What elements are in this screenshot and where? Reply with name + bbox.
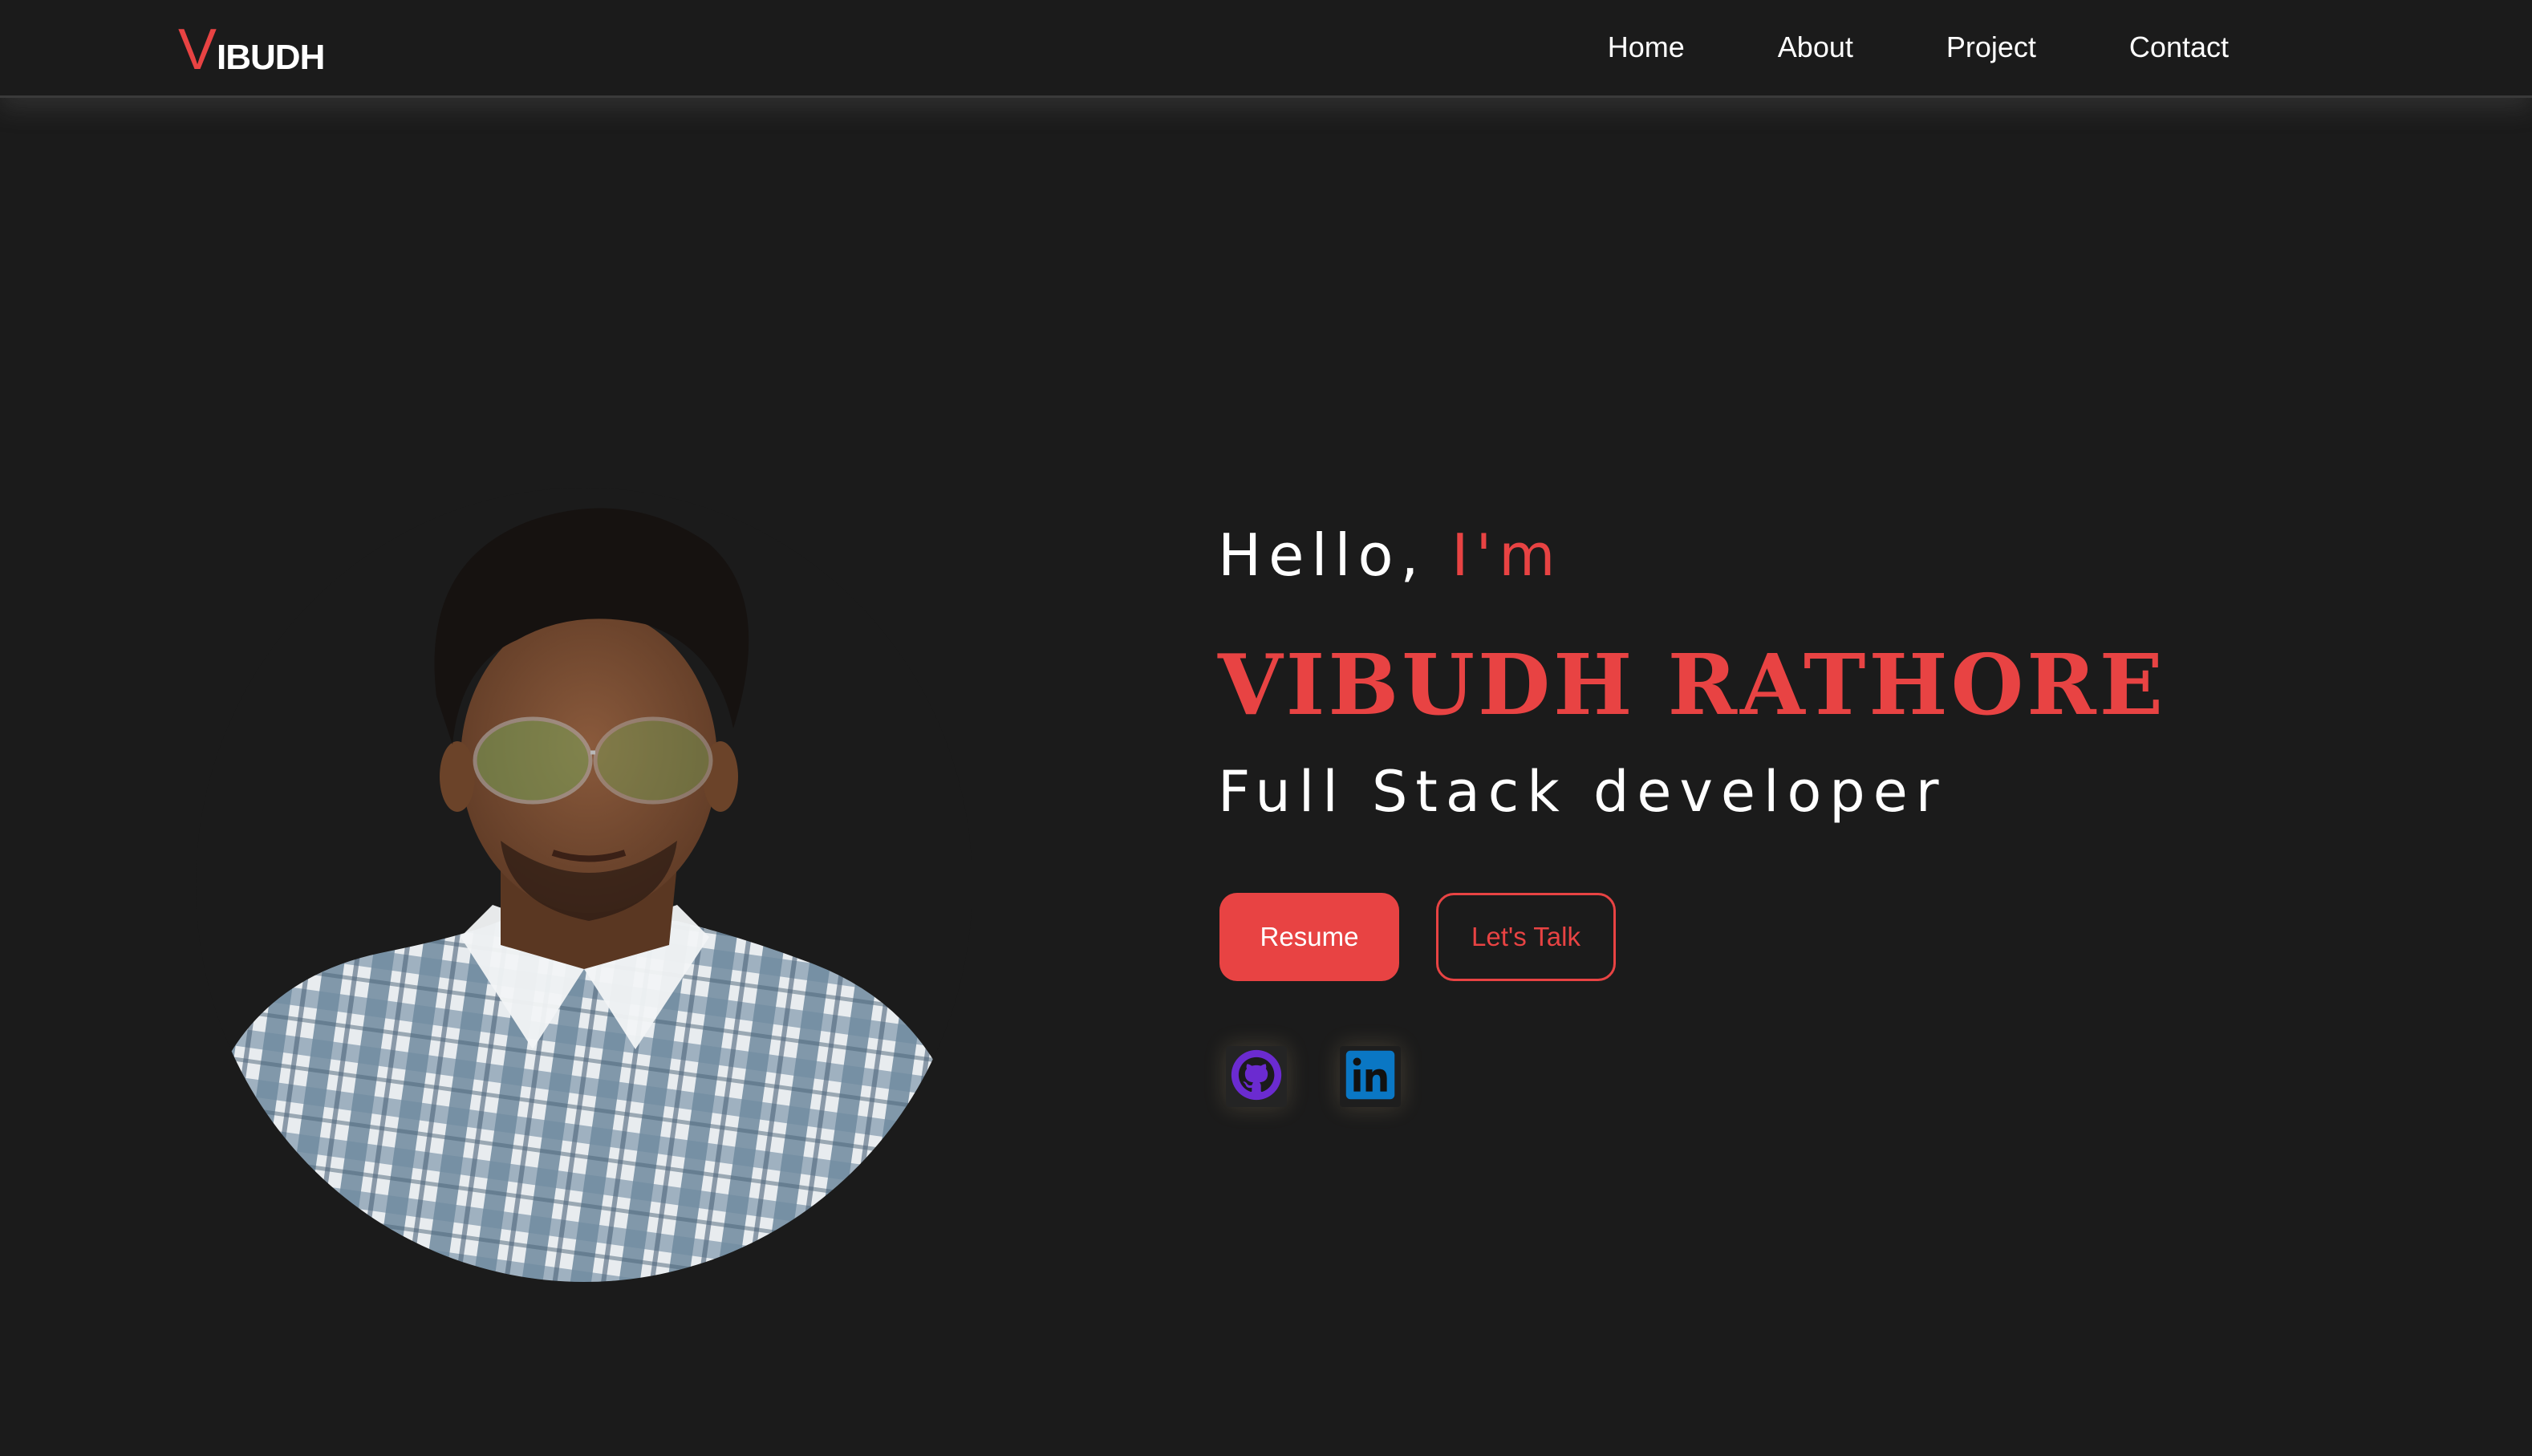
lets-talk-button[interactable]: Let's Talk: [1436, 893, 1616, 981]
greeting-accent: I'm: [1451, 521, 1563, 589]
resume-button[interactable]: Resume: [1219, 893, 1399, 981]
profile-photo: [191, 321, 977, 1284]
greeting-text: Hello,: [1218, 521, 1452, 589]
logo-text: IBUDH: [217, 38, 325, 77]
linkedin-link[interactable]: [1340, 1046, 1401, 1107]
nav-menu: Home About Project Contact: [1608, 0, 2229, 95]
github-link[interactable]: [1226, 1046, 1287, 1107]
greeting: Hello, I'm: [1218, 521, 1562, 589]
nav-link-project[interactable]: Project: [1946, 30, 2036, 64]
hero-role: Full Stack developer: [1218, 759, 1947, 825]
nav-link-contact[interactable]: Contact: [2129, 30, 2229, 64]
navbar: V IBUDH Home About Project Contact: [0, 0, 2532, 98]
logo-initial: V: [178, 18, 217, 82]
nav-link-about[interactable]: About: [1778, 30, 1853, 64]
profile-photo-circle: [196, 488, 972, 1282]
linkedin-icon: [1344, 1048, 1397, 1105]
nav-link-home[interactable]: Home: [1608, 30, 1685, 64]
site-logo[interactable]: V IBUDH: [178, 18, 325, 82]
github-icon: [1229, 1048, 1284, 1105]
hero-name: VIBUDH RATHORE: [1218, 635, 2166, 734]
